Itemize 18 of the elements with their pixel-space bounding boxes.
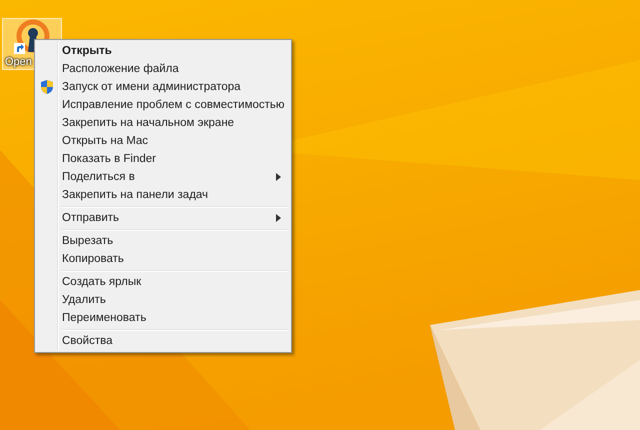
- menu-item[interactable]: Отправить: [37, 209, 289, 227]
- icon-label: Open: [5, 55, 32, 69]
- shield-icon: [39, 79, 55, 95]
- menu-item[interactable]: Закрепить на панели задач: [37, 186, 289, 204]
- menu-item[interactable]: Запуск от имени администратора: [37, 78, 289, 96]
- menu-item[interactable]: Исправление проблем с совместимостью: [37, 96, 289, 114]
- menu-item[interactable]: Поделиться в: [37, 168, 289, 186]
- menu-item[interactable]: Копировать: [37, 250, 289, 268]
- menu-item[interactable]: Переименовать: [37, 309, 289, 327]
- menu-item[interactable]: Удалить: [37, 291, 289, 309]
- menu-item[interactable]: Открыть на Mac: [37, 132, 289, 150]
- menu-item[interactable]: Создать ярлык: [37, 273, 289, 291]
- menu-item[interactable]: Закрепить на начальном экране: [37, 114, 289, 132]
- menu-item[interactable]: Вырезать: [37, 232, 289, 250]
- submenu-arrow-icon: [276, 173, 281, 181]
- menu-item[interactable]: Свойства: [37, 332, 289, 350]
- submenu-arrow-icon: [276, 214, 281, 222]
- menu-item[interactable]: Показать в Finder: [37, 150, 289, 168]
